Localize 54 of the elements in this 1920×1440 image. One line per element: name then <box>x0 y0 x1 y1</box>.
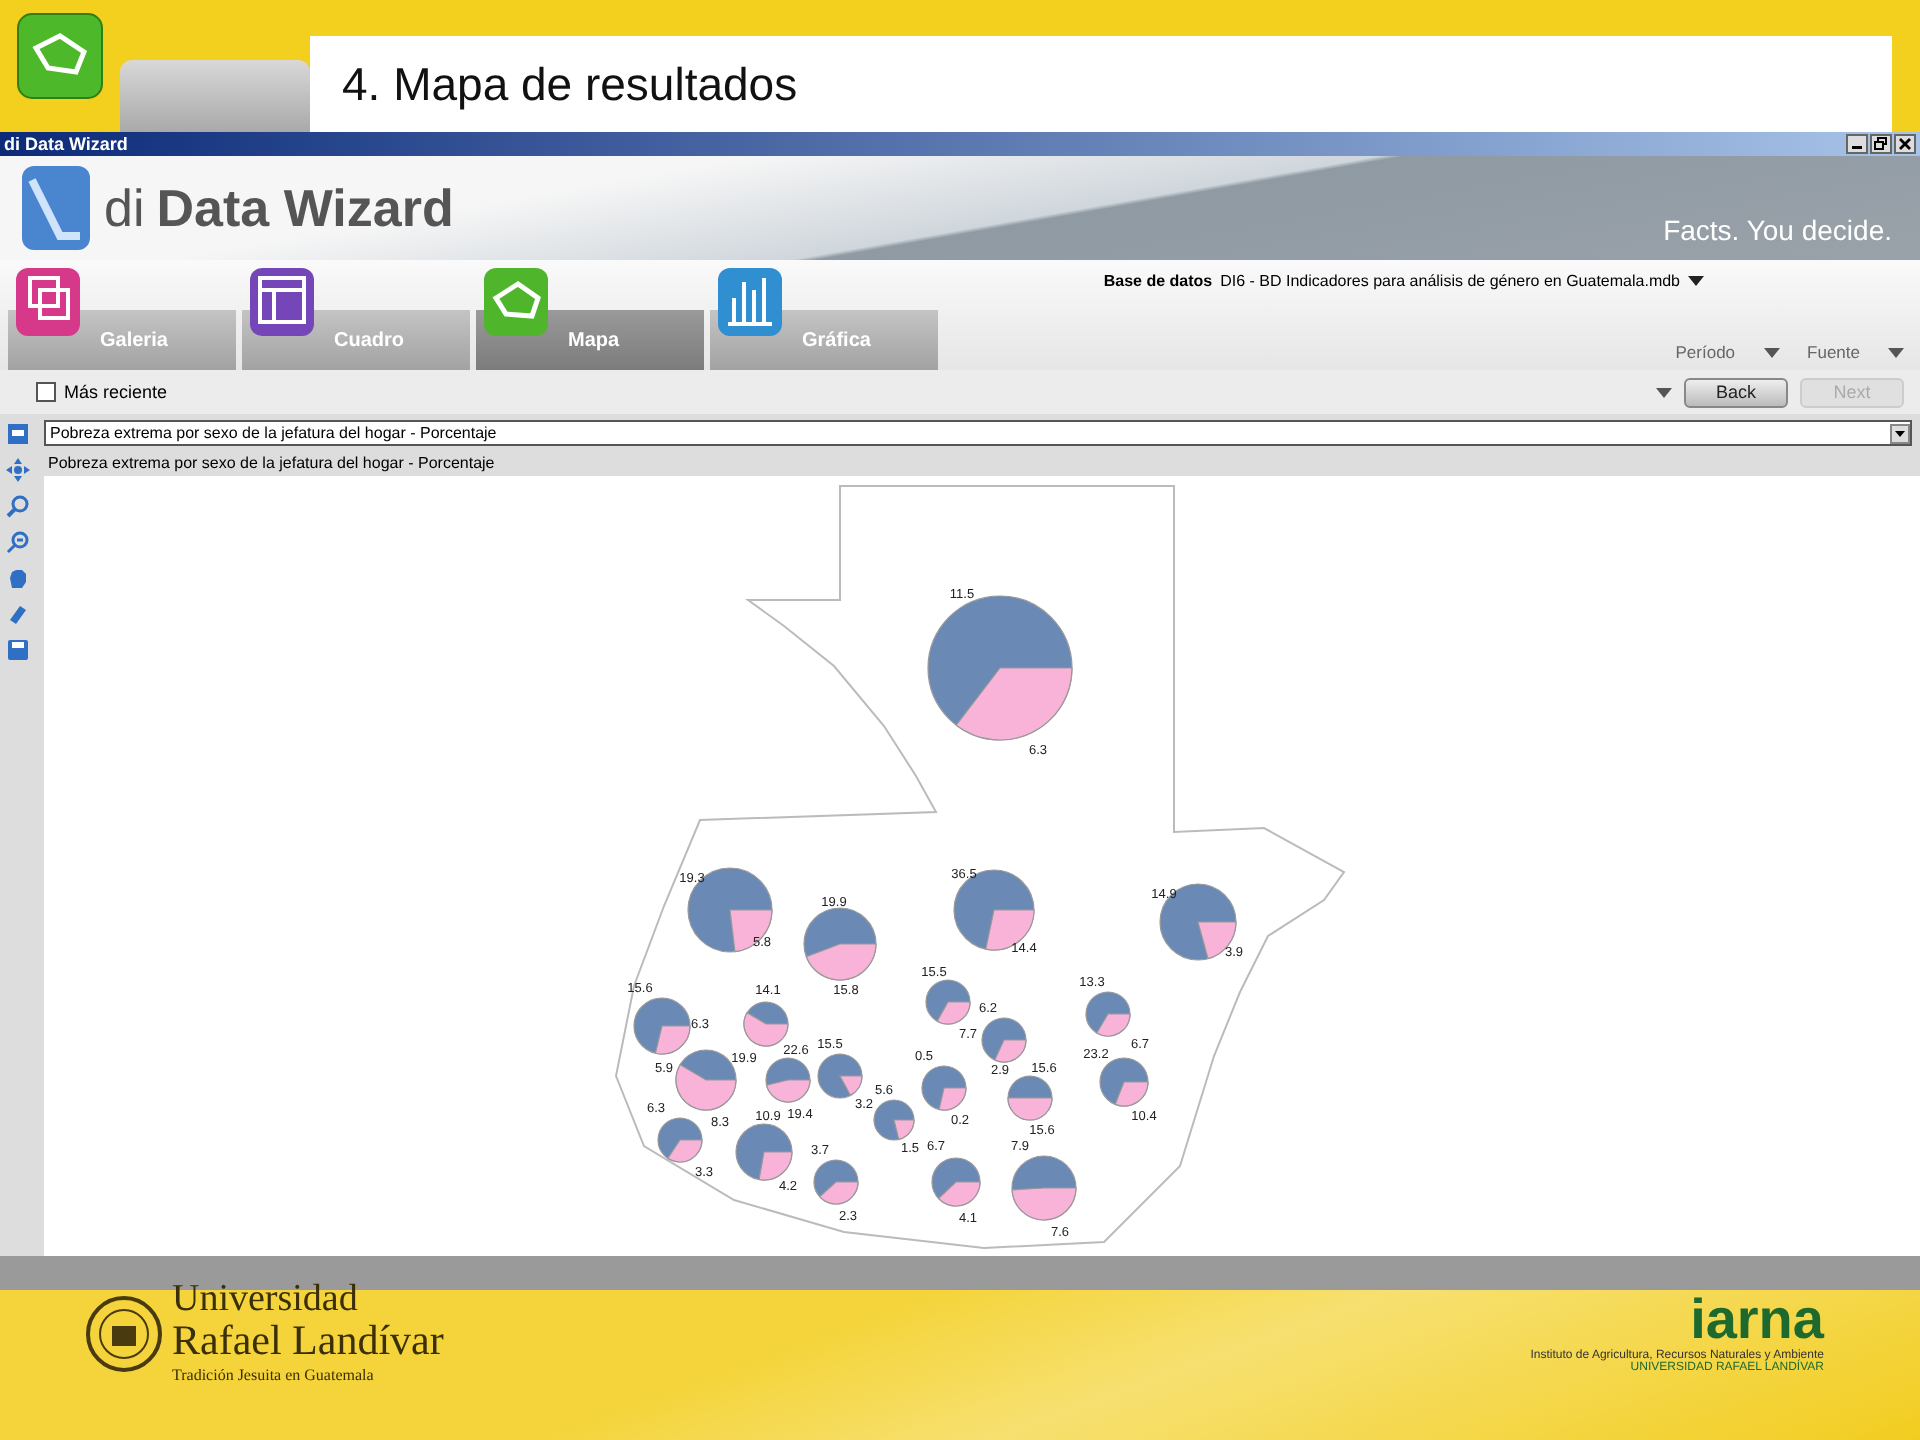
pie-marker <box>817 1053 863 1099</box>
pie-marker <box>1099 1057 1149 1107</box>
pie-marker <box>1085 991 1131 1037</box>
logo-prefix: di <box>104 177 145 239</box>
pie-marker <box>925 979 971 1025</box>
database-label: Base de datos <box>1103 272 1213 290</box>
save-icon[interactable] <box>6 638 30 662</box>
pie-marker <box>657 1117 703 1163</box>
university-name: Rafael Landívar <box>172 1318 444 1362</box>
university-seal-icon <box>84 1294 164 1374</box>
pie-marker <box>953 869 1035 951</box>
iarna-logo: iarna <box>1690 1290 1824 1350</box>
logo-name: Data Wizard <box>156 177 454 239</box>
minimize-icon[interactable] <box>1846 134 1868 154</box>
app-icon <box>16 12 104 100</box>
pie-marker <box>633 997 691 1055</box>
university-motto: Tradición Jesuita en Guatemala <box>172 1366 376 1384</box>
dropdown-caret-icon[interactable] <box>1688 276 1704 286</box>
pie-marker <box>981 1017 1027 1063</box>
window-title: di Data Wizard <box>4 134 128 154</box>
tagline: Facts. You decide. <box>1663 214 1892 246</box>
caret-icon <box>1888 347 1904 357</box>
university-name: Universidad <box>172 1282 360 1318</box>
database-name[interactable]: DI6 - BD Indicadores para análisis de género en Guatemala.mdb <box>1220 272 1680 290</box>
tab[interactable]: Mapa <box>476 266 704 370</box>
pie-marker <box>1011 1155 1077 1221</box>
pan-icon[interactable] <box>6 458 30 482</box>
caret-icon <box>1763 347 1780 357</box>
filter-dropdown[interactable]: Fuente <box>1807 342 1904 362</box>
nav-button[interactable]: Back <box>1684 377 1788 407</box>
filter-dropdown[interactable]: Período <box>1675 342 1780 362</box>
pie-marker <box>931 1157 981 1207</box>
pie-marker <box>765 1057 811 1103</box>
hand-icon[interactable] <box>6 566 30 590</box>
pie-marker <box>921 1065 967 1111</box>
checkbox-label: Más reciente <box>64 382 168 402</box>
pie-marker <box>803 907 877 981</box>
pie-marker <box>813 1159 859 1205</box>
pie-marker <box>1007 1075 1053 1121</box>
restore-icon[interactable] <box>1870 134 1892 154</box>
app-logo-icon <box>20 164 92 252</box>
pie-marker <box>735 1123 793 1181</box>
map-title: Pobreza extrema por sexo de la jefatura del hogar - Porcentaje <box>46 452 497 476</box>
close-icon[interactable] <box>1894 134 1916 154</box>
window-icon[interactable] <box>6 422 30 446</box>
indicator-dropdown[interactable]: Pobreza extrema por sexo de la jefatura del hogar - Porcentaje <box>44 420 1912 446</box>
checkbox[interactable] <box>36 382 56 402</box>
pie-marker <box>743 1001 789 1047</box>
dropdown-caret-icon[interactable] <box>1656 387 1672 397</box>
pie-marker <box>873 1099 915 1141</box>
eraser-icon[interactable] <box>6 602 30 626</box>
zoom-out-icon[interactable] <box>6 530 30 554</box>
slide-title: 4. Mapa de resultados <box>342 57 798 111</box>
zoom-in-icon[interactable] <box>6 494 30 518</box>
